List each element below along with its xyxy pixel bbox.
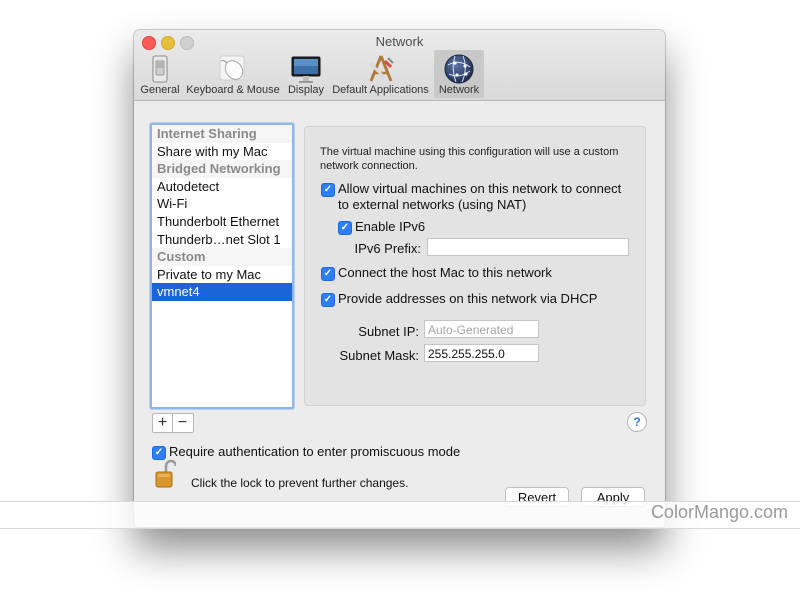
panel-description: The virtual machine using this configura…	[320, 146, 619, 172]
window-title: Network	[375, 34, 424, 49]
subnet-ip-field[interactable]: Auto-Generated	[424, 320, 539, 338]
network-pane: Internet Sharing Share with my Mac Bridg…	[134, 101, 665, 527]
dhcp-label: Provide addresses on this network via DH…	[338, 291, 598, 306]
tab-keyboard-mouse-label: Keyboard & Mouse	[186, 84, 280, 96]
ipv6-prefix-label: IPv6 Prefix:	[354, 241, 421, 256]
list-header-custom: Custom	[152, 248, 292, 266]
tab-default-applications[interactable]: Default Applications	[330, 50, 431, 98]
tab-network[interactable]: Network	[434, 50, 484, 98]
allow-nat-label-line2: to external networks (using NAT)	[338, 197, 527, 212]
list-item-share-with-my-mac[interactable]: Share with my Mac	[152, 143, 292, 161]
list-item-thunderbolt-ethernet[interactable]: Thunderbolt Ethernet	[152, 213, 292, 231]
tab-network-label: Network	[438, 84, 480, 96]
connect-host-label: Connect the host Mac to this network	[338, 265, 552, 280]
lock-text: Click the lock to prevent further change…	[191, 476, 409, 490]
tab-display-label: Display	[287, 84, 325, 96]
globe-icon	[444, 54, 474, 84]
allow-nat-label-line1: Allow virtual machines on this network t…	[338, 181, 622, 196]
network-list[interactable]: Internet Sharing Share with my Mac Bridg…	[150, 123, 294, 409]
connect-host-checkbox[interactable]: ✓	[321, 267, 335, 281]
remove-network-button[interactable]: −	[173, 414, 192, 432]
help-button[interactable]: ?	[627, 412, 647, 432]
list-header-internet-sharing: Internet Sharing	[152, 125, 292, 143]
list-header-bridged-networking: Bridged Networking	[152, 160, 292, 178]
applications-icon	[368, 55, 394, 82]
promiscuous-checkbox[interactable]: ✓	[152, 446, 166, 460]
enable-ipv6-label: Enable IPv6	[355, 219, 426, 234]
promiscuous-label: Require authentication to enter promiscu…	[169, 444, 461, 459]
subnet-mask-label: Subnet Mask:	[339, 348, 420, 363]
add-network-button[interactable]: +	[153, 414, 173, 432]
subnet-mask-field[interactable]: 255.255.255.0	[424, 344, 539, 362]
toolbar: Network General Keyboard & Mouse Display…	[134, 30, 665, 101]
subnet-ip-label: Subnet IP:	[358, 324, 419, 339]
allow-nat-label: Allow virtual machines on this network t…	[338, 181, 638, 213]
enable-ipv6-checkbox[interactable]: ✓	[338, 221, 352, 235]
tab-general[interactable]: General	[139, 50, 181, 98]
network-settings-panel: The virtual machine using this configura…	[304, 126, 646, 406]
list-item-vmnet4[interactable]: vmnet4	[152, 283, 292, 301]
display-icon	[291, 56, 321, 83]
add-remove-control: + −	[152, 413, 194, 433]
allow-nat-checkbox[interactable]: ✓	[321, 183, 335, 197]
switch-icon	[152, 55, 168, 83]
lock-icon[interactable]	[154, 459, 176, 491]
list-item-autodetect[interactable]: Autodetect	[152, 178, 292, 196]
mouse-icon	[219, 55, 245, 81]
tab-keyboard-mouse[interactable]: Keyboard & Mouse	[186, 50, 280, 98]
list-item-wifi[interactable]: Wi-Fi	[152, 195, 292, 213]
list-item-private-to-my-mac[interactable]: Private to my Mac	[152, 266, 292, 284]
tab-default-applications-label: Default Applications	[332, 84, 429, 96]
watermark-text: ColorMango.com	[650, 502, 788, 522]
ipv6-prefix-field[interactable]	[427, 238, 629, 256]
preferences-window: Network General Keyboard & Mouse Display…	[134, 30, 665, 527]
tab-display[interactable]: Display	[285, 50, 327, 98]
tab-general-label: General	[140, 84, 180, 96]
list-item-thunderbolt-slot[interactable]: Thunderb…net Slot 1	[152, 231, 292, 249]
dhcp-checkbox[interactable]: ✓	[321, 293, 335, 307]
